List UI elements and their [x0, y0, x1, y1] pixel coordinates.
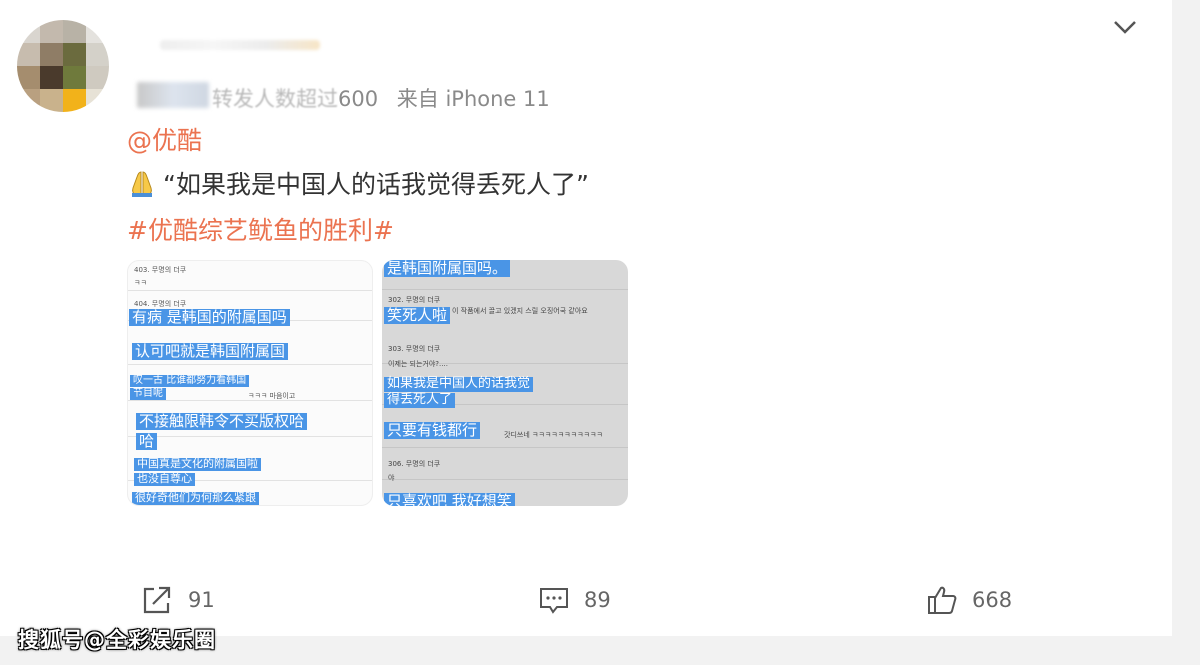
- comment-count: 89: [584, 588, 611, 612]
- pray-icon: [127, 168, 157, 198]
- translation-highlight: 有病 是韩国的附属国吗: [129, 308, 290, 327]
- korean-comment-text: 갓디쓰네 ㅋㅋㅋㅋㅋㅋㅋㅋㅋㅋㅋ: [504, 431, 603, 439]
- weibo-post-card: 转发人数超过600 来自 iPhone 11 @优酷 “如果我是中国人的话我觉得…: [0, 0, 1172, 636]
- post-image-1[interactable]: 403. 무명의 더쿠 ㅋㅋ 404. 무명의 더쿠 ㅋㅋㅋ 마음이고 有病 是…: [127, 260, 373, 506]
- avatar[interactable]: [17, 20, 109, 112]
- like-button[interactable]: 668: [926, 580, 1012, 620]
- thumbs-up-icon: [926, 584, 958, 616]
- translation-highlight: 如果我是中国人的话我觉: [384, 376, 534, 392]
- translation-highlight: 中国真是文化的附属国啦: [134, 457, 261, 471]
- like-count: 668: [972, 588, 1013, 612]
- translation-highlight: 不接触限韩令不买版权哈: [136, 412, 308, 431]
- korean-comment-header: 403. 무명의 더쿠: [134, 266, 187, 274]
- translation-highlight: 也没自尊心: [134, 472, 195, 486]
- korean-comment-header: 306. 무명의 더쿠: [388, 460, 441, 468]
- translation-highlight: 只喜欢吧 我好想笑: [384, 492, 515, 506]
- translation-highlight: 节目呢: [130, 388, 166, 400]
- repost-icon: [140, 583, 174, 617]
- translation-highlight: 是韩国附属国吗。: [384, 260, 511, 278]
- post-meta: 转发人数超过600 来自 iPhone 11: [212, 83, 550, 113]
- quote-text: “如果我是中国人的话我觉得丢死人了”: [163, 170, 589, 199]
- hashtag-link[interactable]: #优酷综艺鱿鱼的胜利#: [127, 211, 394, 247]
- translation-highlight: 只要有钱都行: [384, 421, 481, 440]
- translation-highlight: 哈: [136, 432, 158, 451]
- korean-comment-text: ㅋㅋㅋ 마음이고: [248, 392, 296, 400]
- korean-comment-text: 이 작품에서 끌고 있겠지 스릴 오징어국 같아요: [452, 307, 588, 315]
- post-source: 来自 iPhone 11: [396, 87, 550, 111]
- comment-icon: [538, 584, 570, 616]
- meta-blurred-text: 转发人数超过: [212, 87, 338, 111]
- repost-count: 91: [188, 588, 215, 612]
- translation-highlight: 笑死人啦: [384, 306, 451, 325]
- post-text: “如果我是中国人的话我觉得丢死人了”: [127, 165, 589, 201]
- chevron-down-icon[interactable]: [1110, 14, 1140, 40]
- mention-link[interactable]: @优酷: [127, 121, 202, 157]
- translation-highlight: 认可吧就是韩国附属国: [132, 342, 289, 361]
- translation-highlight: 很好奇他们为何那么紧跟: [132, 491, 259, 505]
- repost-threshold: 600: [338, 87, 379, 111]
- timestamp-blurred: [137, 82, 209, 108]
- post-image-2[interactable]: 是韩国附属国吗。 302. 무명의 더쿠 이 작품에서 끌고 있겠지 스릴 오징…: [382, 260, 628, 506]
- username-blurred[interactable]: [160, 40, 320, 50]
- korean-comment-text: 이제는 되는거야?....: [388, 360, 448, 368]
- comment-button[interactable]: 89: [538, 580, 611, 620]
- korean-comment-header: 302. 무명의 더쿠: [388, 296, 441, 304]
- watermark: 搜狐号@全彩娱乐圈: [18, 628, 216, 652]
- korean-comment-header: 303. 무명의 더쿠: [388, 345, 441, 353]
- translation-highlight: 叹一古 比谁都努力看韩国: [130, 375, 250, 387]
- repost-button[interactable]: 91: [140, 580, 215, 620]
- korean-comment-text: ㅋㅋ: [134, 279, 147, 287]
- translation-highlight: 得丢死人了: [384, 392, 456, 408]
- korean-comment-text: 야: [388, 474, 395, 482]
